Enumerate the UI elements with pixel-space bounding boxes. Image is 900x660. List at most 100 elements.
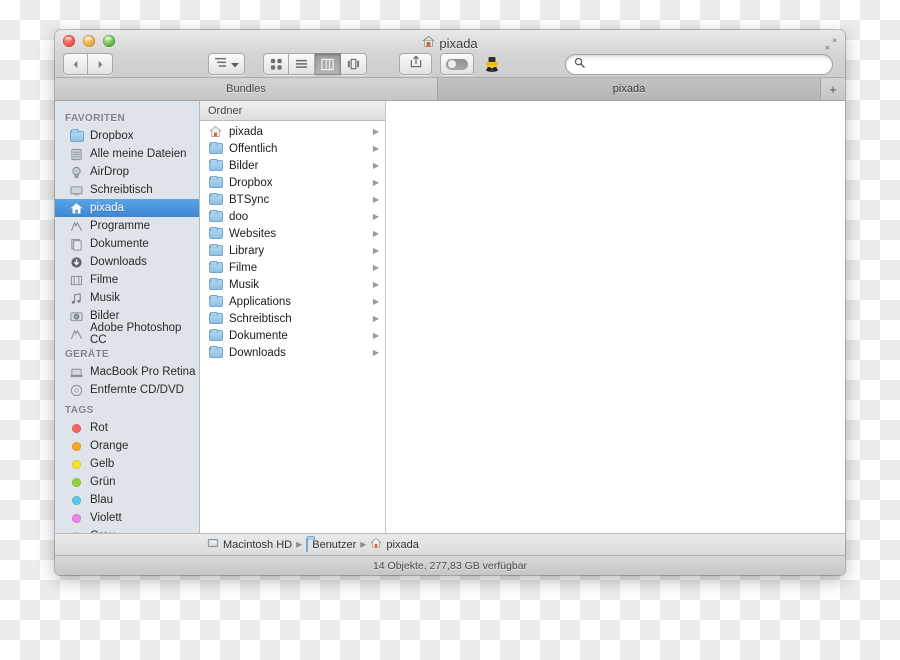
list-item[interactable]: Websites ▶	[200, 225, 385, 242]
path-segment-label: Macintosh HD	[223, 538, 293, 551]
sidebar-item-tag-gruen[interactable]: Grün	[55, 473, 199, 491]
harddisk-icon	[207, 537, 219, 552]
list-item-label: BTSync	[229, 193, 270, 206]
list-item[interactable]: Downloads ▶	[200, 344, 385, 361]
sidebar-item-tag-rot[interactable]: Rot	[55, 419, 199, 437]
sidebar-item-airdrop[interactable]: AirDrop	[55, 163, 199, 181]
sidebar-item-dokumente[interactable]: Dokumente	[55, 235, 199, 253]
tab-bundles[interactable]: Bundles	[55, 78, 438, 100]
sidebar-item-schreibtisch[interactable]: Schreibtisch	[55, 181, 199, 199]
chevron-down-icon	[230, 55, 239, 73]
list-item[interactable]: Dropbox ▶	[200, 174, 385, 191]
sidebar-item-alle-meine-dateien[interactable]: Alle meine Dateien	[55, 145, 199, 163]
list-item[interactable]: Applications ▶	[200, 293, 385, 310]
icon-view-button[interactable]	[263, 53, 289, 75]
sidebar-item-musik[interactable]: Musik	[55, 289, 199, 307]
applications-icon	[69, 327, 84, 341]
desktop-icon	[69, 183, 84, 197]
all-files-icon	[69, 147, 84, 161]
folder-icon	[69, 129, 84, 143]
folder-icon	[306, 537, 309, 552]
chevron-right-icon[interactable]: ▶	[373, 212, 379, 221]
chevron-right-icon[interactable]: ▶	[373, 229, 379, 238]
path-bar: Macintosh HD ▶ Benutzer ▶ pixada	[55, 533, 845, 555]
path-segment-label: pixada	[386, 538, 419, 551]
column-view-button[interactable]	[315, 53, 341, 75]
fullscreen-arrows-icon[interactable]	[824, 37, 838, 51]
path-segment-macintosh-hd[interactable]: Macintosh HD	[207, 537, 292, 552]
back-button[interactable]	[63, 53, 88, 75]
path-segment-benutzer[interactable]: Benutzer	[306, 537, 357, 552]
sidebar-item-filme[interactable]: Filme	[55, 271, 199, 289]
chevron-right-icon[interactable]: ▶	[373, 348, 379, 357]
list-item[interactable]: BTSync ▶	[200, 191, 385, 208]
home-icon	[370, 537, 383, 552]
sidebar-item-downloads[interactable]: Downloads	[55, 253, 199, 271]
app-icon[interactable]	[482, 54, 502, 74]
chevron-right-icon[interactable]: ▶	[373, 331, 379, 340]
chevron-right-icon[interactable]: ▶	[373, 297, 379, 306]
chevron-right-icon[interactable]: ▶	[373, 161, 379, 170]
folder-icon	[208, 192, 223, 207]
forward-button[interactable]	[88, 53, 113, 75]
chevron-right-icon[interactable]: ▶	[373, 246, 379, 255]
chevron-right-icon[interactable]: ▶	[373, 127, 379, 136]
sidebar-item-tag-orange[interactable]: Orange	[55, 437, 199, 455]
path-segment-pixada[interactable]: pixada	[370, 537, 419, 552]
list-item[interactable]: Library ▶	[200, 242, 385, 259]
action-toggle-button[interactable]	[440, 53, 474, 75]
list-item[interactable]: Schreibtisch ▶	[200, 310, 385, 327]
list-item-label: Schreibtisch	[229, 312, 292, 325]
add-tab-label: +	[829, 81, 837, 97]
list-item[interactable]: Dokumente ▶	[200, 327, 385, 344]
sidebar-item-adobe-photoshop-cc[interactable]: Adobe Photoshop CC	[55, 322, 199, 346]
folder-icon	[208, 158, 223, 173]
search-icon	[574, 55, 585, 73]
sidebar-item-label: Schreibtisch	[90, 184, 153, 196]
sidebar-item-label: Orange	[90, 440, 129, 452]
list-item-label: Websites	[229, 227, 277, 240]
column-header: Ordner	[200, 101, 385, 121]
sidebar-item-programme[interactable]: Programme	[55, 217, 199, 235]
list-item[interactable]: Bilder ▶	[200, 157, 385, 174]
sidebar-item-macbook-pro-retina[interactable]: MacBook Pro Retina	[55, 363, 199, 381]
tag-dot-icon	[69, 475, 84, 489]
chevron-right-icon[interactable]: ▶	[373, 263, 379, 272]
tab-label: Bundles	[226, 83, 266, 95]
list-item[interactable]: Öffentlich ▶	[200, 140, 385, 157]
list-item[interactable]: pixada ▶	[200, 123, 385, 140]
sidebar-item-tag-blau[interactable]: Blau	[55, 491, 199, 509]
tab-pixada[interactable]: pixada	[438, 78, 821, 100]
search-input[interactable]	[590, 58, 824, 70]
sidebar-item-pixada[interactable]: pixada	[55, 199, 199, 217]
coverflow-view-button[interactable]	[341, 53, 367, 75]
search-field[interactable]	[565, 53, 833, 75]
chevron-right-icon[interactable]: ▶	[373, 178, 379, 187]
laptop-icon	[69, 365, 84, 379]
sidebar-item-tag-violett[interactable]: Violett	[55, 509, 199, 527]
folder-icon	[208, 294, 223, 309]
list-item[interactable]: doo ▶	[200, 208, 385, 225]
list-view-button[interactable]	[289, 53, 315, 75]
view-mode-buttons	[263, 53, 367, 75]
chevron-right-icon[interactable]: ▶	[373, 314, 379, 323]
arrange-button[interactable]	[208, 53, 245, 75]
chevron-right-icon[interactable]: ▶	[373, 280, 379, 289]
tag-dot-icon	[69, 439, 84, 453]
folder-icon	[208, 175, 223, 190]
share-button[interactable]	[399, 53, 432, 75]
sidebar-item-entfernte-cd-dvd[interactable]: Entfernte CD/DVD	[55, 381, 199, 399]
chevron-right-icon[interactable]: ▶	[373, 144, 379, 153]
sidebar-item-label: Downloads	[90, 256, 147, 268]
sidebar-item-dropbox[interactable]: Dropbox	[55, 127, 199, 145]
list-item[interactable]: Musik ▶	[200, 276, 385, 293]
path-segment-label: Benutzer	[312, 538, 357, 551]
sidebar-section-favoriten: FAVORITEN	[65, 113, 126, 124]
list-item[interactable]: Filme ▶	[200, 259, 385, 276]
list-item-label: Filme	[229, 261, 258, 274]
sidebar-item-label: Bilder	[90, 310, 120, 322]
chevron-right-icon[interactable]: ▶	[373, 195, 379, 204]
sidebar-item-tag-gelb[interactable]: Gelb	[55, 455, 199, 473]
tab-label: pixada	[612, 83, 646, 95]
add-tab-button[interactable]: +	[821, 78, 845, 100]
